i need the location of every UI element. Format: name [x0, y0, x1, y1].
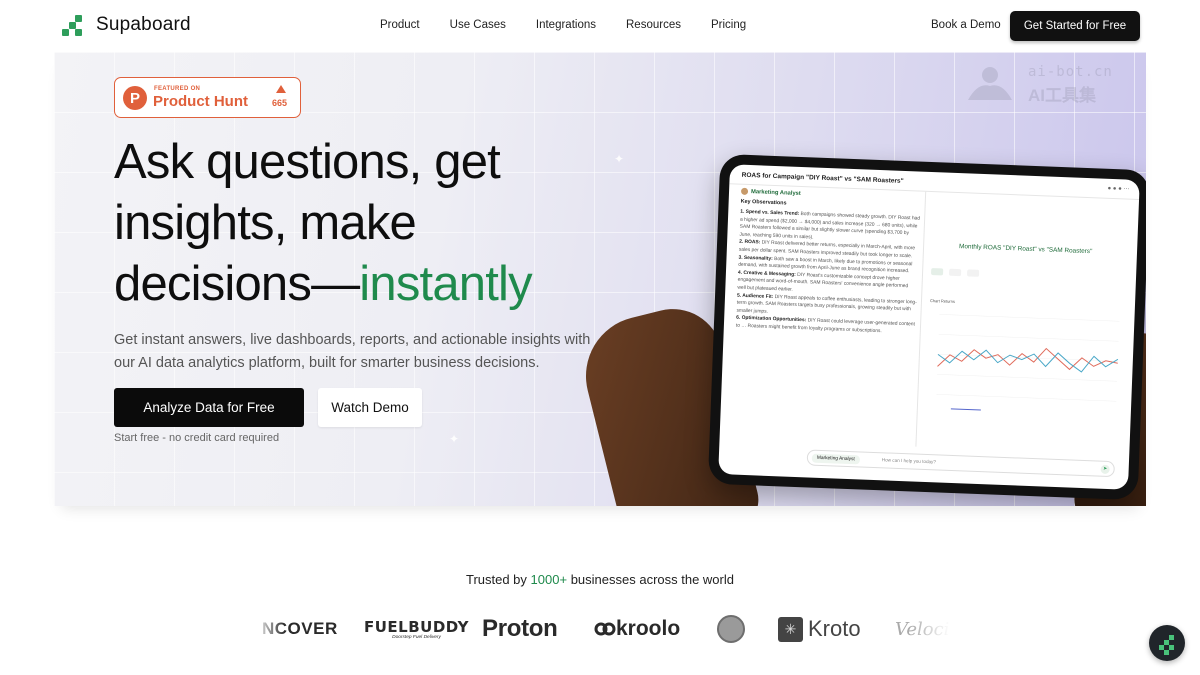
kroolo-mark-icon: [594, 622, 616, 636]
chart-tab[interactable]: [948, 268, 962, 277]
trusted-suffix: businesses across the world: [570, 572, 734, 587]
top-navigation: Supaboard Product Use Cases Integrations…: [0, 0, 1200, 52]
customer-logos: NCOVER FUELBUDDY Doorstep Fuel Delivery …: [262, 612, 949, 646]
watermark-text: AI工具集: [1028, 86, 1096, 105]
agent-name: Marketing Analyst: [750, 189, 801, 197]
headline-line-2: insights, make: [114, 196, 417, 250]
chart-tab[interactable]: [966, 269, 980, 277]
watermark-url: ai-bot.cn: [1028, 64, 1113, 80]
agent-avatar: [740, 187, 749, 195]
avatars-icon: ● ● ● ⋯: [1107, 185, 1130, 193]
observation-label: 4. Creative & Messaging:: [737, 270, 796, 278]
headline-accent: instantly: [359, 257, 532, 311]
observations-heading: Key Observations: [740, 198, 787, 207]
nav-link-product[interactable]: Product: [380, 19, 420, 31]
hero-section: ✦ ✦ ai-bot.cn AI工具集 P FEATURED ON Produc…: [54, 52, 1146, 506]
series-line-sam-roasters: [937, 349, 1119, 373]
analyze-data-button[interactable]: Analyze Data for Free: [114, 388, 304, 427]
kroto-mark-icon: ✳: [778, 616, 803, 642]
sparkle-icon: ✦: [449, 432, 460, 446]
upvote-arrow-icon: [276, 85, 286, 93]
hero-headline: Ask questions, get insights, make decisi…: [114, 132, 634, 315]
send-icon[interactable]: ➤: [1100, 464, 1110, 475]
nav-link-use-cases[interactable]: Use Cases: [450, 19, 506, 31]
observation-label: 6. Optimization Opportunities:: [736, 315, 807, 324]
observation-label: 3. Seasonality:: [738, 255, 773, 262]
nav-link-integrations[interactable]: Integrations: [536, 19, 596, 31]
logo-fuelbuddy: FUELBUDDY Doorstep Fuel Delivery: [364, 612, 469, 646]
range-slider[interactable]: [950, 408, 981, 411]
supaboard-logo-icon: [62, 14, 84, 36]
nav-links: Product Use Cases Integrations Resources…: [380, 19, 776, 31]
tablet-screen: ROAS for Campaign "DIY Roast" vs "SAM Ro…: [718, 164, 1140, 490]
supaboard-chat-icon[interactable]: [1149, 625, 1185, 661]
logo-proton: Proton: [482, 615, 558, 642]
logo-kroolo: kroolo: [594, 612, 680, 646]
logo-kroto-name: Kroto: [808, 616, 861, 641]
trusted-count: 1000+: [530, 572, 568, 587]
trusted-by-heading: Trusted by 1000+ businesses across the w…: [0, 572, 1200, 587]
product-hunt-featured-label: FEATURED ON: [154, 86, 201, 92]
book-demo-link[interactable]: Book a Demo: [931, 19, 1001, 31]
brand-name: Supaboard: [96, 14, 191, 35]
hero-subtext: Get instant answers, live dashboards, re…: [114, 332, 591, 371]
nav-link-resources[interactable]: Resources: [626, 19, 681, 31]
product-hunt-icon: P: [123, 86, 147, 110]
get-started-button[interactable]: Get Started for Free: [1010, 11, 1140, 41]
chart-label: Chart Returns: [929, 298, 956, 304]
logos-fade-right: [910, 612, 950, 646]
logo-fuelbuddy-tagline: Doorstep Fuel Delivery: [392, 635, 441, 640]
trusted-prefix: Trusted by: [465, 572, 527, 587]
logos-fade-left: [255, 612, 285, 646]
agent-chip[interactable]: Marketing Analyst: [811, 453, 860, 465]
observation-text: Both campaigns showed steady growth. DIY…: [739, 211, 921, 241]
nav-link-pricing[interactable]: Pricing: [711, 19, 746, 31]
chart-title: Monthly ROAS "DIY Roast" vs "SAM Roaster…: [958, 243, 1093, 256]
chat-composer[interactable]: Marketing Analyst How can I help you tod…: [806, 449, 1115, 478]
logo-round-badge-icon: [717, 615, 745, 643]
watermark-logo-icon: [968, 67, 1012, 100]
watch-demo-button[interactable]: Watch Demo: [318, 388, 422, 427]
product-hunt-badge[interactable]: P FEATURED ON Product Hunt 665: [114, 77, 301, 118]
headline-line-1: Ask questions, get: [114, 135, 501, 189]
no-credit-card-note: Start free - no credit card required: [114, 432, 280, 444]
chart-tab-active[interactable]: [930, 268, 944, 276]
observation-label: 5. Audience Fit:: [736, 293, 774, 300]
series-line-diy-roast: [937, 347, 1118, 371]
logo-kroto: ✳ Kroto: [778, 612, 861, 646]
logo-kroolo-name: kroolo: [616, 617, 681, 640]
product-hunt-votes: 665: [272, 98, 288, 108]
brand-logo[interactable]: Supaboard: [62, 14, 191, 36]
headline-line-3: decisions—: [114, 257, 360, 311]
logo-fuelbuddy-name: FUELBUDDY: [364, 618, 470, 636]
product-hunt-name: Product Hunt: [153, 93, 248, 110]
observation-label: 2. ROAS:: [739, 240, 761, 246]
tablet-illustration: ROAS for Campaign "DIY Roast" vs "SAM Ro…: [707, 153, 1146, 501]
composer-placeholder: How can I help you today?: [881, 457, 937, 465]
chart-view-tabs: [930, 268, 985, 277]
roas-line-chart: [936, 314, 1120, 411]
report-title: ROAS for Campaign "DIY Roast" vs "SAM Ro…: [741, 171, 904, 185]
observations-list: 1. Spend vs. Sales Trend: Both campaigns…: [736, 209, 921, 337]
observation-label: 1. Spend vs. Sales Trend:: [740, 209, 800, 217]
